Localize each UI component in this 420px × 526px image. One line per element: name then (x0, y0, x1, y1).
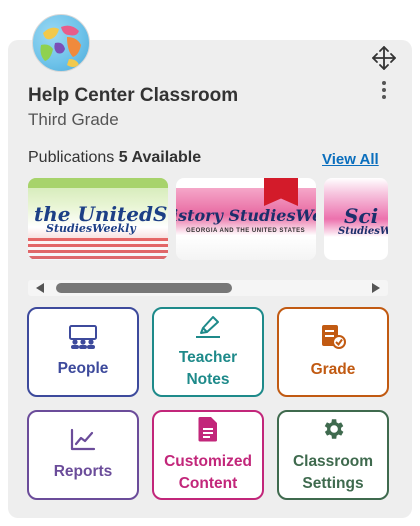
more-options-icon[interactable] (378, 81, 390, 103)
reports-button[interactable]: Reports (27, 410, 139, 500)
publication-cover-subtitle: GEORGIA AND THE UNITED STATES (186, 228, 306, 234)
publication-cover-subtitle: StudiesWeekly (46, 222, 136, 235)
scrollbar-thumb[interactable] (56, 283, 232, 293)
reports-label: Reports (53, 462, 113, 480)
publication-cover-title: istory StudiesWeekly (176, 206, 316, 225)
scroll-right-arrow-icon[interactable] (372, 283, 380, 293)
grade-button[interactable]: Grade (277, 307, 389, 397)
move-icon[interactable] (371, 45, 397, 71)
publication-cover-subtitle: StudiesWeek (338, 226, 388, 237)
publication-thumbnail[interactable]: istory StudiesWeekly GEORGIA AND THE UNI… (176, 178, 316, 260)
publications-carousel: the UnitedStates StudiesWeekly istory St… (28, 178, 388, 260)
publication-thumbnail[interactable]: Sci StudiesWeek (324, 178, 388, 260)
highlighter-icon (194, 314, 222, 343)
horizontal-scrollbar[interactable] (28, 280, 388, 296)
publications-heading: Publications 5 Available (28, 149, 201, 167)
grade-label: Grade (310, 360, 356, 378)
globe-icon (32, 14, 90, 72)
publication-cover-title: Sci (344, 204, 379, 228)
classroom-title: Help Center Classroom (28, 85, 239, 106)
classroom-grade: Third Grade (28, 110, 119, 129)
people-icon (68, 324, 98, 354)
publications-label: Publications (28, 149, 115, 166)
view-all-link[interactable]: View All (322, 151, 379, 168)
document-icon (197, 416, 219, 447)
gear-icon (320, 416, 346, 447)
customized-content-button[interactable]: Customized Content (152, 410, 264, 500)
people-label: People (57, 359, 109, 377)
customized-content-label: Customized Content (164, 452, 252, 492)
bookmark-ribbon-icon (264, 178, 298, 206)
classroom-settings-button[interactable]: Classroom Settings (277, 410, 389, 500)
scroll-left-arrow-icon[interactable] (36, 283, 44, 293)
teacher-notes-label: Teacher Notes (178, 348, 238, 388)
grade-document-icon (319, 324, 347, 355)
classroom-settings-label: Classroom Settings (292, 452, 374, 492)
publications-count: 5 Available (118, 149, 202, 166)
publication-thumbnail[interactable]: the UnitedStates StudiesWeekly (28, 178, 168, 260)
teacher-notes-button[interactable]: Teacher Notes (152, 307, 264, 397)
people-button[interactable]: People (27, 307, 139, 397)
chart-line-icon (69, 428, 97, 457)
